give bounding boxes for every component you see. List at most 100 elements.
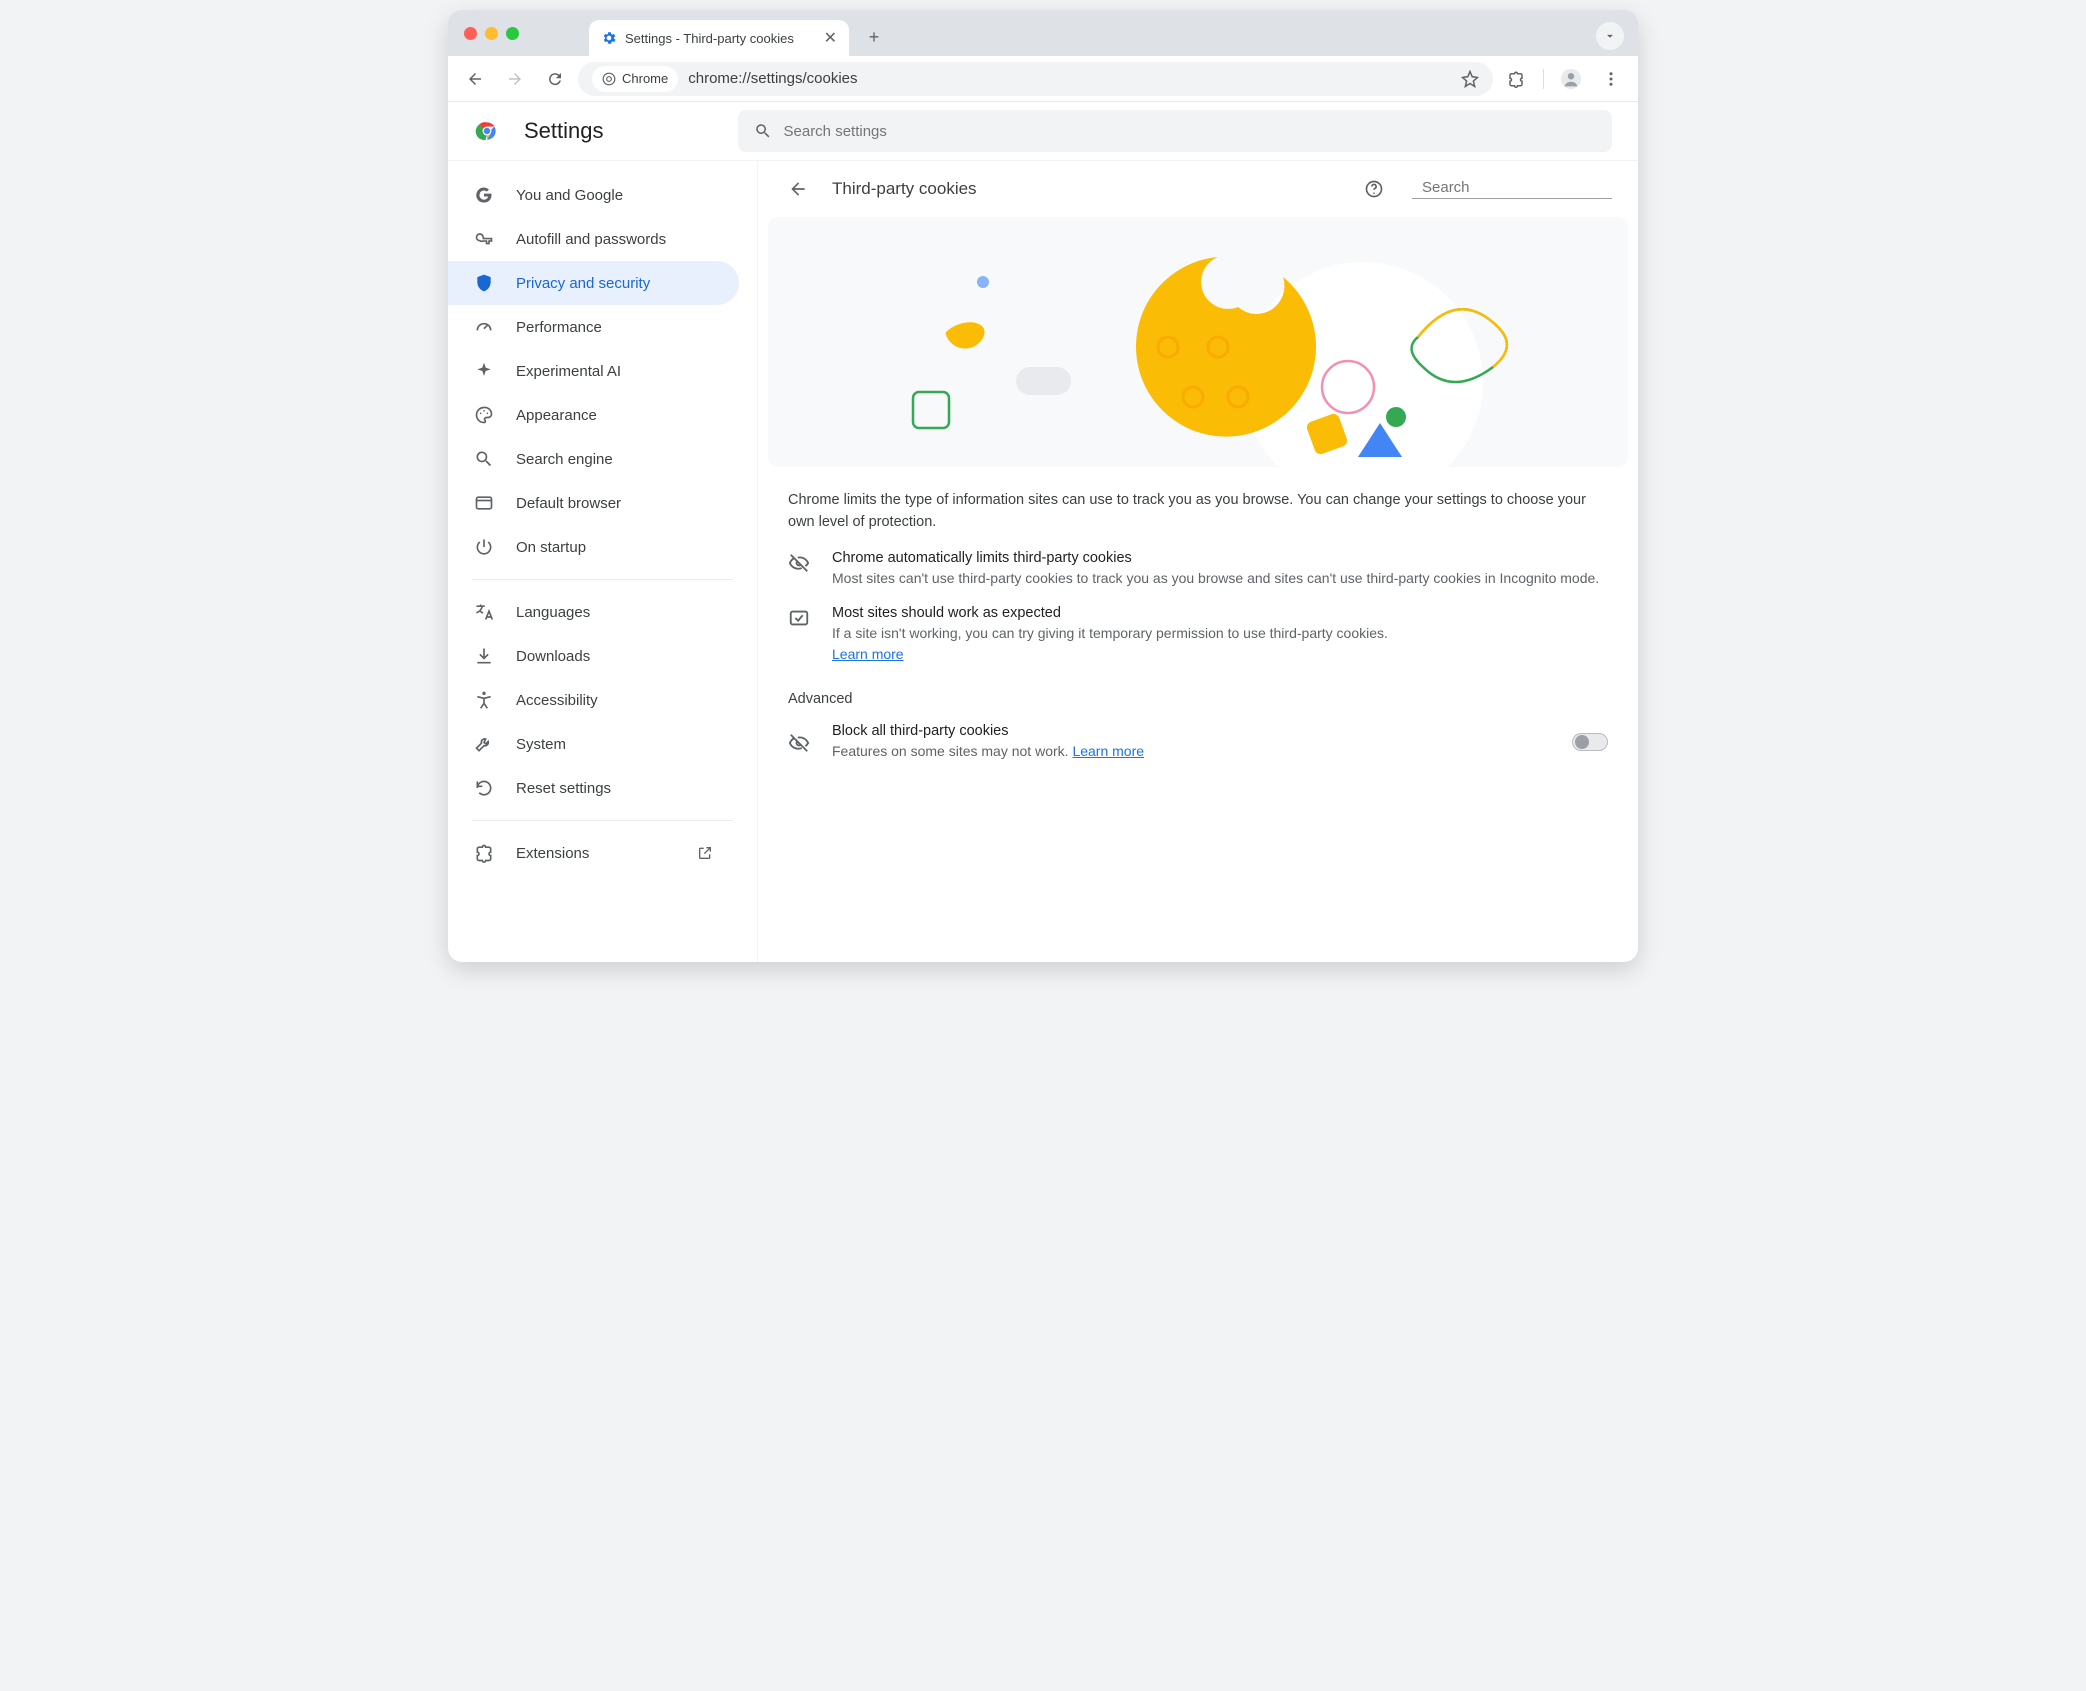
settings-app: Settings You and Google Autofill and pas… [448,102,1638,962]
wrench-icon [474,734,494,754]
arrow-left-icon [466,70,484,88]
settings-sidebar: You and Google Autofill and passwords Pr… [448,161,758,962]
sidebar-item-label: Accessibility [516,692,598,709]
page-search-input[interactable] [1422,179,1621,196]
forward-button[interactable] [498,62,532,96]
help-icon [1364,179,1384,199]
eye-off-icon [788,552,810,574]
sidebar-item-label: Autofill and passwords [516,231,666,248]
advanced-header: Advanced [758,665,1638,711]
back-button[interactable] [458,62,492,96]
browser-tab[interactable]: Settings - Third-party cookies ✕ [589,20,849,56]
page-back-button[interactable] [784,175,812,203]
arrow-right-icon [506,70,524,88]
cookie-illustration [768,217,1628,467]
reset-icon [474,778,494,798]
sidebar-item-label: Languages [516,604,590,621]
sidebar-item-label: Experimental AI [516,363,621,380]
check-box-icon [788,607,810,629]
hero-illustration [768,217,1628,467]
info-subtitle: If a site isn't working, you can try giv… [832,625,1388,641]
sidebar-item-you-and-google[interactable]: You and Google [448,173,739,217]
browser-toolbar: Chrome chrome://settings/cookies [448,56,1638,102]
sidebar-item-ai[interactable]: Experimental AI [448,349,739,393]
extensions-button[interactable] [1499,62,1533,96]
sidebar-item-default-browser[interactable]: Default browser [448,481,739,525]
profile-button[interactable] [1554,62,1588,96]
chevron-down-icon [1603,29,1617,43]
sparkle-icon [474,361,494,381]
eye-off-icon [788,732,810,754]
sidebar-item-autofill[interactable]: Autofill and passwords [448,217,739,261]
sidebar-item-on-startup[interactable]: On startup [448,525,739,569]
info-subtitle: Most sites can't use third-party cookies… [832,568,1599,589]
reload-icon [546,70,564,88]
star-icon[interactable] [1461,70,1479,88]
sidebar-item-label: Appearance [516,407,597,424]
page-title: Third-party cookies [832,179,977,199]
sidebar-item-accessibility[interactable]: Accessibility [448,678,739,722]
settings-header: Settings [448,102,1638,161]
sidebar-item-label: Privacy and security [516,275,650,292]
browser-window: Settings - Third-party cookies ✕ + Chrom… [448,10,1638,962]
address-bar[interactable]: Chrome chrome://settings/cookies [578,62,1493,96]
puzzle-icon [474,843,494,863]
settings-main: Third-party cookies [758,161,1638,962]
search-settings-field[interactable] [738,110,1613,152]
minimize-window-button[interactable] [485,27,498,40]
search-settings-input[interactable] [784,123,1597,140]
sidebar-item-downloads[interactable]: Downloads [448,634,739,678]
sidebar-item-label: Downloads [516,648,590,665]
learn-more-link[interactable]: Learn more [832,646,904,662]
download-icon [474,646,494,666]
speedometer-icon [474,317,494,337]
puzzle-icon [1507,70,1525,88]
sidebar-item-performance[interactable]: Performance [448,305,739,349]
url-text: chrome://settings/cookies [688,70,1451,87]
sidebar-item-extensions[interactable]: Extensions [448,831,739,875]
learn-more-link[interactable]: Learn more [1072,743,1144,759]
page-description: Chrome limits the type of information si… [758,467,1638,534]
sidebar-item-label: You and Google [516,187,623,204]
maximize-window-button[interactable] [506,27,519,40]
translate-icon [474,602,494,622]
browser-icon [474,493,494,513]
tab-strip: Settings - Third-party cookies ✕ + [448,10,1638,56]
sidebar-item-system[interactable]: System [448,722,739,766]
menu-button[interactable] [1594,62,1628,96]
sidebar-item-search-engine[interactable]: Search engine [448,437,739,481]
sidebar-item-label: Reset settings [516,780,611,797]
sidebar-item-label: On startup [516,539,586,556]
sidebar-item-privacy[interactable]: Privacy and security [448,261,739,305]
avatar-icon [1560,68,1582,90]
page-search-field[interactable] [1412,179,1612,199]
new-tab-button[interactable]: + [859,22,889,52]
block-title: Block all third-party cookies [832,723,1144,739]
chrome-icon [602,72,616,86]
sidebar-item-label: Search engine [516,451,613,468]
chrome-logo-icon [474,118,500,144]
help-button[interactable] [1360,175,1388,203]
palette-icon [474,405,494,425]
info-should-work: Most sites should work as expected If a … [758,589,1638,665]
sidebar-item-languages[interactable]: Languages [448,590,739,634]
open-in-new-icon [697,845,713,861]
page-header: Third-party cookies [758,161,1638,217]
sidebar-item-label: System [516,736,566,753]
tab-search-button[interactable] [1596,22,1624,50]
settings-title: Settings [524,118,604,144]
search-icon [474,449,494,469]
reload-button[interactable] [538,62,572,96]
key-icon [474,229,494,249]
sidebar-item-label: Default browser [516,495,621,512]
sidebar-item-label: Performance [516,319,602,336]
sidebar-item-label: Extensions [516,845,589,862]
sidebar-item-appearance[interactable]: Appearance [448,393,739,437]
close-tab-button[interactable]: ✕ [824,28,837,48]
close-window-button[interactable] [464,27,477,40]
power-icon [474,537,494,557]
block-all-toggle[interactable] [1572,733,1608,751]
sidebar-item-reset[interactable]: Reset settings [448,766,739,810]
info-auto-limit: Chrome automatically limits third-party … [758,534,1638,589]
gear-icon [601,30,617,46]
